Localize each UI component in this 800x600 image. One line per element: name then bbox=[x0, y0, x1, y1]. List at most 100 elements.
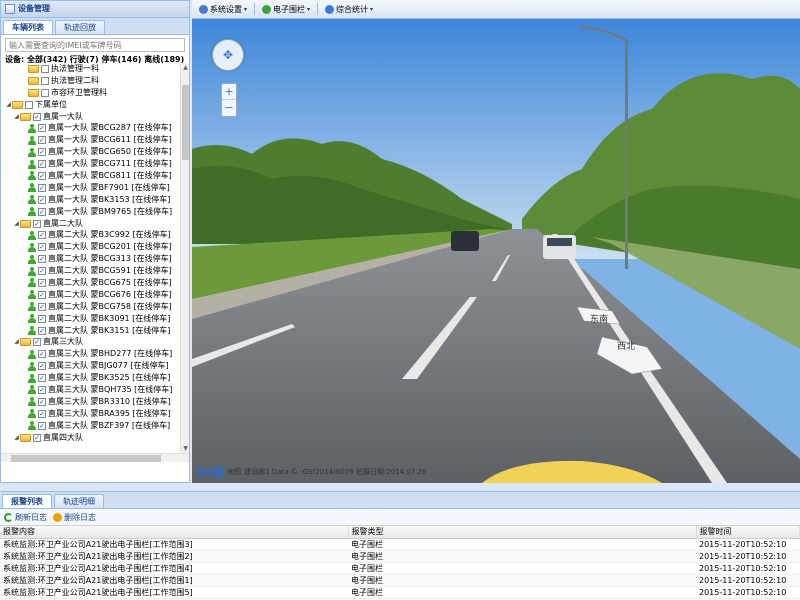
tree-checkbox[interactable]: ✓ bbox=[38, 231, 46, 240]
tree-checkbox[interactable]: ✓ bbox=[38, 397, 46, 406]
tree-checkbox[interactable]: ✓ bbox=[38, 314, 46, 323]
tree-checkbox[interactable]: ✓ bbox=[33, 112, 41, 121]
col-alarm-content[interactable]: 报警内容 bbox=[0, 526, 349, 539]
tree-toggle-icon[interactable]: ◢ bbox=[13, 336, 20, 348]
tree-checkbox[interactable]: ✓ bbox=[38, 385, 46, 394]
scroll-up-icon[interactable]: ▲ bbox=[181, 63, 190, 72]
zoom-in-button[interactable]: + bbox=[222, 84, 236, 100]
tree-vehicle-item[interactable]: ✓ 直属二大队 蒙BK3151 [在线停车] bbox=[1, 325, 179, 337]
tree-checkbox[interactable]: ✓ bbox=[38, 207, 46, 216]
tree-checkbox[interactable] bbox=[41, 88, 49, 97]
tree-checkbox[interactable]: ✓ bbox=[38, 267, 46, 276]
tree-checkbox[interactable]: ✓ bbox=[38, 374, 46, 383]
tree-vehicle-item[interactable]: ✓ 直属一大队 蒙BM9765 [在线停车] bbox=[1, 206, 179, 218]
tree-checkbox[interactable]: ✓ bbox=[38, 278, 46, 287]
tree-vehicle-item[interactable]: ✓ 直属三大队 蒙BZF397 [在线停车] bbox=[1, 420, 179, 432]
direction-southeast-arrow[interactable]: 东南 bbox=[590, 312, 608, 325]
toolbar-menu-2[interactable]: 综合统计 ▾ bbox=[322, 2, 376, 17]
tree-checkbox[interactable]: ✓ bbox=[38, 148, 46, 157]
tree-checkbox[interactable]: ✓ bbox=[38, 124, 46, 133]
tree-checkbox[interactable]: ✓ bbox=[38, 362, 46, 371]
col-alarm-time[interactable]: 报警时间 bbox=[696, 526, 800, 539]
col-alarm-type[interactable]: 报警类型 bbox=[348, 526, 697, 539]
tree-group-item[interactable]: 执法管理二科 bbox=[1, 75, 179, 87]
tree-checkbox[interactable]: ✓ bbox=[38, 136, 46, 145]
tree-toggle-icon[interactable]: ◢ bbox=[13, 218, 20, 230]
tree-vertical-scrollbar[interactable]: ▲ ▼ bbox=[180, 63, 189, 453]
tree-vehicle-item[interactable]: ✓ 直属三大队 蒙BK3525 [在线停车] bbox=[1, 372, 179, 384]
alarm-row[interactable]: 系统监测:环卫产业公司A21驶出电子围栏[工作范围3] 电子围栏 2015-11-2… bbox=[0, 538, 800, 551]
tree-checkbox[interactable]: ✓ bbox=[33, 433, 41, 442]
tree-toggle-icon[interactable]: ◢ bbox=[13, 111, 20, 123]
hscroll-thumb[interactable] bbox=[11, 455, 161, 462]
tree-vehicle-item[interactable]: ✓ 直属一大队 蒙BF7901 [在线停车] bbox=[1, 182, 179, 194]
tree-checkbox[interactable]: ✓ bbox=[38, 326, 46, 335]
tree-checkbox[interactable] bbox=[41, 64, 49, 73]
alarm-row[interactable]: 系统监测:环卫产业公司A21驶出电子围栏[工作范围1] 电子围栏 2015-11-2… bbox=[0, 574, 800, 587]
folder-icon bbox=[28, 76, 39, 85]
tab-alarm-list[interactable]: 报警列表 bbox=[2, 494, 52, 508]
tree-horizontal-scrollbar[interactable] bbox=[1, 453, 189, 462]
tree-vehicle-item[interactable]: ✓ 直属二大队 蒙B3C992 [在线停车] bbox=[1, 229, 179, 241]
alarm-row[interactable]: 系统监测:环卫产业公司A21驶出电子围栏[工作范围5] 电子围栏 2015-11-2… bbox=[0, 586, 800, 599]
tree-group-item[interactable]: ◢ ✓ 直属二大队 bbox=[1, 218, 179, 230]
alarm-row[interactable]: 系统监测:环卫产业公司A21驶出电子围栏[工作范围4] 电子围栏 2015-11-2… bbox=[0, 562, 800, 575]
tree-toggle-icon[interactable]: ◢ bbox=[5, 99, 12, 111]
tree-group-item[interactable]: 执法管理一科 bbox=[1, 63, 179, 75]
alarm-row[interactable]: 系统监测:环卫产业公司A21驶出电子围栏[工作范围2] 电子围栏 2015-11-2… bbox=[0, 550, 800, 563]
tree-vehicle-item[interactable]: ✓ 直属三大队 蒙BQH735 [在线停车] bbox=[1, 384, 179, 396]
tree-checkbox[interactable]: ✓ bbox=[38, 421, 46, 430]
tree-vehicle-item[interactable]: ✓ 直属二大队 蒙BCG201 [在线停车] bbox=[1, 241, 179, 253]
direction-northwest-arrow[interactable]: 西北 bbox=[617, 339, 635, 352]
tree-checkbox[interactable]: ✓ bbox=[38, 350, 46, 359]
tree-checkbox[interactable] bbox=[41, 76, 49, 85]
tree-checkbox[interactable]: ✓ bbox=[38, 171, 46, 180]
tree-vehicle-item[interactable]: ✓ 直属二大队 蒙BCG313 [在线停车] bbox=[1, 253, 179, 265]
tree-checkbox[interactable]: ✓ bbox=[38, 183, 46, 192]
search-input[interactable] bbox=[5, 38, 185, 52]
tab-track-detail[interactable]: 轨迹明细 bbox=[54, 494, 104, 508]
toolbar-menu-0[interactable]: 系统设置 ▾ bbox=[196, 2, 250, 17]
tree-vehicle-item[interactable]: ✓ 直属一大队 蒙BCG711 [在线停车] bbox=[1, 158, 179, 170]
tree-checkbox[interactable] bbox=[25, 100, 33, 109]
tree-vehicle-item[interactable]: ✓ 直属三大队 蒙BR3310 [在线停车] bbox=[1, 396, 179, 408]
tree-vehicle-item[interactable]: ✓ 直属三大队 蒙BRA395 [在线停车] bbox=[1, 408, 179, 420]
tree-vehicle-item[interactable]: ✓ 直属一大队 蒙BK3153 [在线停车] bbox=[1, 194, 179, 206]
refresh-log-button[interactable]: 刷新日志 bbox=[4, 512, 47, 523]
tree-checkbox[interactable]: ✓ bbox=[38, 195, 46, 204]
tree-vehicle-item[interactable]: ✓ 直属二大队 蒙BK3091 [在线停车] bbox=[1, 313, 179, 325]
pan-control-icon[interactable]: ✥ bbox=[212, 39, 244, 71]
tree-vehicle-item[interactable]: ✓ 直属三大队 蒙BHD277 [在线停车] bbox=[1, 348, 179, 360]
tree-vehicle-item[interactable]: ✓ 直属一大队 蒙BCG811 [在线停车] bbox=[1, 170, 179, 182]
tree-checkbox[interactable]: ✓ bbox=[38, 409, 46, 418]
tree-checkbox[interactable]: ✓ bbox=[33, 219, 41, 228]
tree-vehicle-item[interactable]: ✓ 直属一大队 蒙BCG611 [在线停车] bbox=[1, 134, 179, 146]
tree-vehicle-item[interactable]: ✓ 直属三大队 蒙BJG077 [在线停车] bbox=[1, 360, 179, 372]
tree-group-item[interactable]: ◢ ✓ 直属四大队 bbox=[1, 432, 179, 444]
tree-group-item[interactable]: ◢ ✓ 直属三大队 bbox=[1, 336, 179, 348]
delete-log-button[interactable]: 删除日志 bbox=[53, 512, 96, 523]
zoom-out-button[interactable]: − bbox=[222, 100, 236, 116]
tab-vehicle-list[interactable]: 车辆列表 bbox=[3, 20, 53, 34]
scroll-thumb[interactable] bbox=[182, 85, 189, 160]
scroll-down-icon[interactable]: ▼ bbox=[181, 444, 190, 453]
tree-checkbox[interactable]: ✓ bbox=[38, 302, 46, 311]
tree-checkbox[interactable]: ✓ bbox=[38, 160, 46, 169]
tree-vehicle-item[interactable]: ✓ 直属二大队 蒙BCG675 [在线停车] bbox=[1, 277, 179, 289]
tree-vehicle-item[interactable]: ✓ 直属二大队 蒙BCG676 [在线停车] bbox=[1, 289, 179, 301]
tree-checkbox[interactable]: ✓ bbox=[38, 290, 46, 299]
tree-group-item[interactable]: ◢ ✓ 直属一大队 bbox=[1, 111, 179, 123]
tree-vehicle-item[interactable]: ✓ 直属一大队 蒙BCG650 [在线停车] bbox=[1, 146, 179, 158]
toolbar-menu-1[interactable]: 电子围栏 ▾ bbox=[259, 2, 313, 17]
tree-toggle-icon[interactable]: ◢ bbox=[13, 432, 20, 444]
street-view-map[interactable]: ✥ + − 东南 西北 Bai度 地图 建设踢1 Data © -GS(2014… bbox=[192, 19, 800, 483]
tree-group-item[interactable]: 市容环卫管理科 bbox=[1, 87, 179, 99]
tree-checkbox[interactable]: ✓ bbox=[38, 255, 46, 264]
tab-track-playback[interactable]: 轨迹回放 bbox=[55, 20, 105, 34]
tree-group-item[interactable]: ◢ 下属单位 bbox=[1, 99, 179, 111]
tree-vehicle-item[interactable]: ✓ 直属二大队 蒙BCG591 [在线停车] bbox=[1, 265, 179, 277]
tree-vehicle-item[interactable]: ✓ 直属二大队 蒙BCG758 [在线停车] bbox=[1, 301, 179, 313]
tree-vehicle-item[interactable]: ✓ 直属一大队 蒙BCG287 [在线停车] bbox=[1, 122, 179, 134]
tree-checkbox[interactable]: ✓ bbox=[38, 243, 46, 252]
tree-checkbox[interactable]: ✓ bbox=[33, 338, 41, 347]
